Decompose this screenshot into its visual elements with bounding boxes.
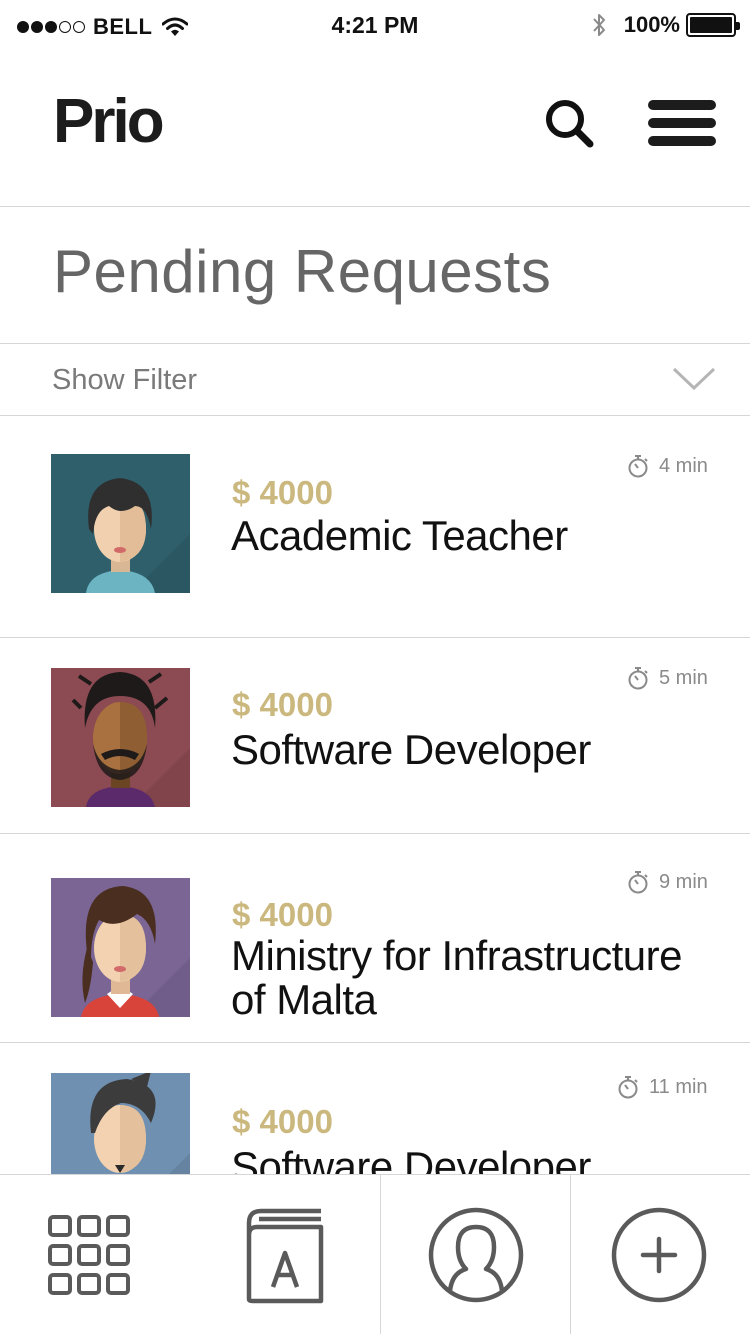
- page-title: Pending Requests: [53, 238, 552, 305]
- grid-icon: [48, 1215, 130, 1295]
- request-price: $ 4000: [232, 1103, 333, 1140]
- request-item[interactable]: $ 4000 Software Developer 5 min: [0, 638, 750, 834]
- request-title: Software Developer: [231, 726, 591, 773]
- tab-browse[interactable]: [0, 1175, 190, 1334]
- status-bar: BELL 4:21 PM 100%: [0, 0, 750, 54]
- request-title: Software Developer: [231, 1143, 591, 1175]
- request-time-label: 11 min: [649, 1075, 708, 1098]
- request-item[interactable]: $ 4000 Academic Teacher 4 min: [0, 416, 750, 638]
- tab-profile[interactable]: [380, 1175, 570, 1334]
- request-time-label: 4 min: [659, 454, 708, 477]
- request-price: $ 4000: [232, 474, 333, 511]
- app-header: Prio: [0, 54, 750, 207]
- request-title-line-2: of Malta: [231, 976, 377, 1023]
- request-time: 5 min: [627, 666, 708, 690]
- profile-icon: [428, 1207, 524, 1303]
- request-time: 9 min: [627, 870, 708, 894]
- chevron-down-icon: [672, 367, 716, 391]
- tab-add[interactable]: [570, 1175, 750, 1334]
- bottom-tab-bar: [0, 1174, 750, 1334]
- bluetooth-icon: [592, 14, 605, 36]
- request-list: $ 4000 Academic Teacher 4 min $ 4000 Sof…: [0, 416, 750, 1174]
- dictionary-icon: [246, 1208, 324, 1304]
- add-icon: [611, 1207, 707, 1303]
- battery-icon: [686, 13, 740, 37]
- battery-level-fill: [690, 17, 732, 33]
- avatar: [51, 1073, 190, 1174]
- avatar: [51, 668, 190, 807]
- request-price: $ 4000: [232, 896, 333, 933]
- search-button[interactable]: [540, 94, 600, 154]
- request-item[interactable]: $ 4000 Ministry for Infrastructure of Ma…: [0, 834, 750, 1043]
- stopwatch-icon: [628, 871, 648, 894]
- request-title-line-1: Ministry for Infrastructure: [231, 932, 682, 979]
- request-title: Academic Teacher: [231, 512, 568, 559]
- stopwatch-icon: [628, 455, 648, 478]
- request-price: $ 4000: [232, 686, 333, 723]
- battery-percentage: 100%: [623, 12, 680, 37]
- request-time: 4 min: [627, 454, 708, 478]
- stopwatch-icon: [618, 1076, 638, 1099]
- avatar: [51, 878, 190, 1017]
- request-time-label: 9 min: [659, 870, 708, 893]
- request-item[interactable]: $ 4000 Software Developer 11 min: [0, 1043, 750, 1174]
- title-section: Pending Requests: [0, 207, 750, 344]
- battery-status: 100%: [592, 12, 740, 38]
- menu-button[interactable]: [648, 98, 718, 148]
- filter-toggle[interactable]: Show Filter: [0, 344, 750, 416]
- tab-dictionary[interactable]: [190, 1175, 380, 1334]
- request-time-label: 5 min: [659, 666, 708, 689]
- search-icon: [546, 100, 594, 148]
- request-time: 11 min: [617, 1075, 708, 1099]
- app-logo: Prio: [53, 87, 165, 156]
- filter-label: Show Filter: [52, 364, 198, 396]
- avatar: [51, 454, 190, 593]
- stopwatch-icon: [628, 667, 648, 690]
